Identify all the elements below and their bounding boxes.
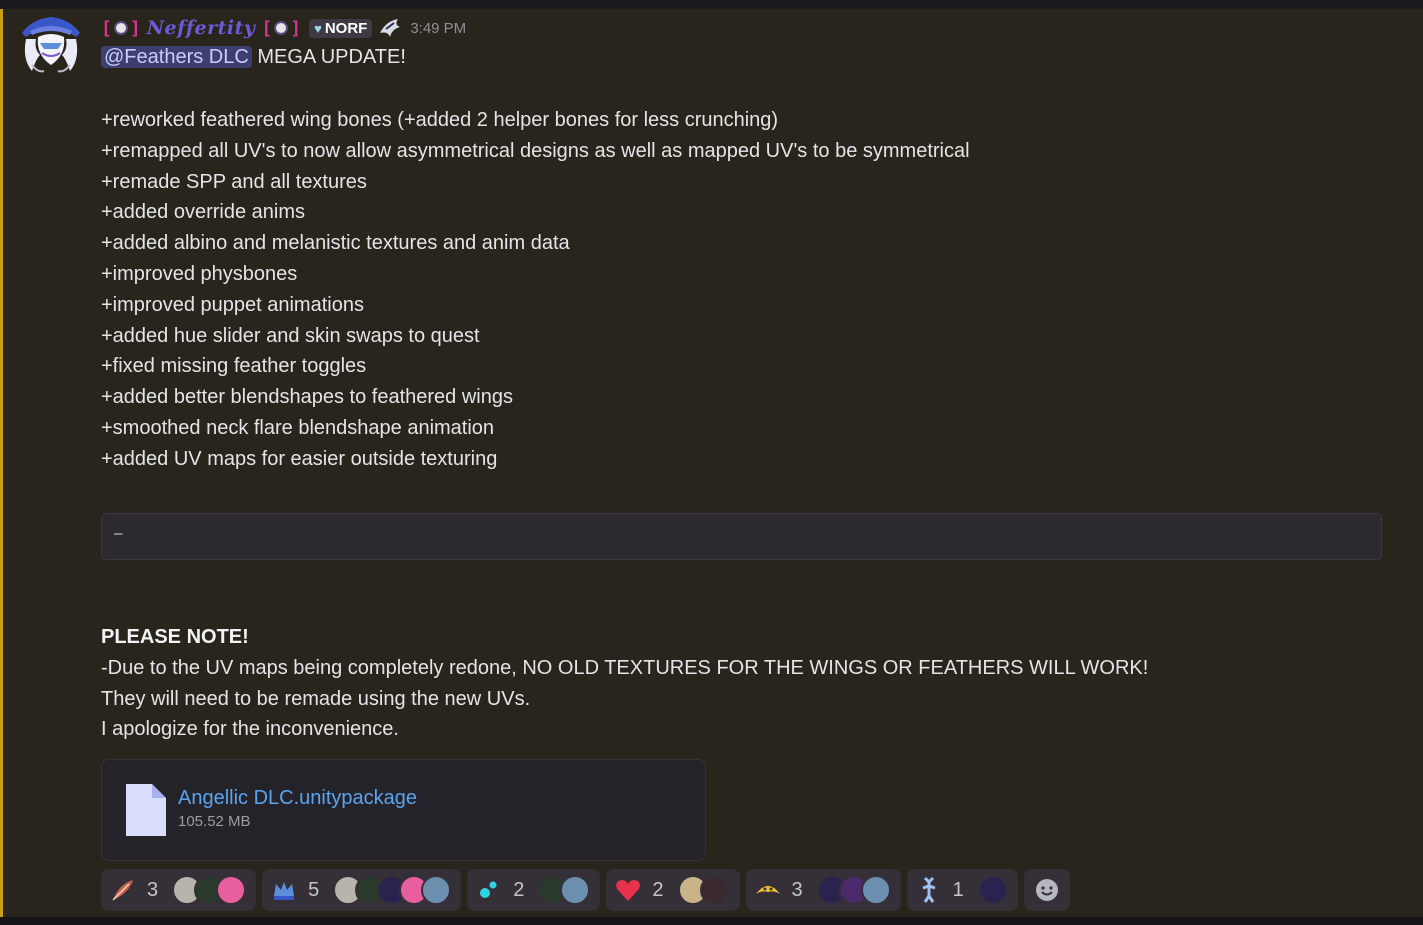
reaction-count: 2 [513,878,525,901]
reaction-heart[interactable]: 2 [606,869,740,911]
reactor-avatars [333,875,452,905]
message-first-line: @Feathers DLC MEGA UPDATE! [101,42,406,72]
server-tag[interactable]: ♥ NORF [309,18,373,38]
figure-icon [922,876,936,903]
reactor-avatars [172,875,247,905]
feather-icon [112,880,133,901]
avatar [860,875,891,905]
reactions-bar: 3 5 2 2 3 1 [101,869,1076,911]
note-line: They will need to be remade using the ne… [101,688,531,710]
reactor-avatars [977,875,1008,905]
reaction-count: 2 [652,878,664,901]
change-line: +fixed missing feather toggles [101,355,367,377]
change-line: +remade SPP and all textures [101,171,367,193]
reaction-count: 3 [147,878,159,901]
heart-icon [616,880,641,901]
change-line: +added hue slider and skin swaps to ques… [101,325,480,347]
change-line: +added better blendshapes to feathered w… [101,386,513,408]
reaction-feather[interactable]: 3 [101,869,257,911]
heart-icon: ♥ [314,20,322,36]
username[interactable]: Neffertity [147,17,256,39]
note-heading: PLEASE NOTE! [101,626,249,648]
add-reaction-button[interactable] [1023,869,1070,911]
server-tag-label: NORF [324,19,368,37]
smiley-icon [1035,879,1058,901]
change-line: +reworked feathered wing bones (+added 2… [101,109,779,131]
bottom-strip [0,917,1423,925]
skull-icon [113,21,128,35]
sparkle-icon [480,881,497,898]
file-icon [126,784,166,836]
message-title: MEGA UPDATE! [251,46,406,68]
name-decoration-open-2: [ [261,17,273,39]
change-line: +smoothed neck flare blendshape animatio… [101,417,495,439]
note-line: -Due to the UV maps being completely red… [101,657,1149,679]
name-decoration-open: [ [101,17,112,39]
file-size: 105.52 MB [178,813,251,830]
avatar [216,875,247,905]
code-block[interactable]: – [101,513,1382,560]
top-strip [0,0,1423,9]
creature-badge-icon[interactable] [378,17,402,39]
reactor-avatars [677,875,730,905]
change-line: +improved physbones [101,263,298,285]
message-header: [ ] Neffertity [ ] ♥ NORF 3:49 PM [101,15,466,41]
reaction-shrug[interactable]: 3 [745,869,901,911]
change-line: +remapped all UV's to now allow asymmetr… [101,140,970,162]
avatar [560,875,591,905]
reaction-count: 5 [308,878,320,901]
reaction-sparkle[interactable]: 2 [467,869,601,911]
name-decoration-close-2: ] [290,17,302,39]
skull-icon [274,21,289,35]
reaction-count: 1 [952,878,964,901]
reactor-avatars [538,875,591,905]
note-line: I apologize for the inconvenience. [101,718,399,740]
change-line: +improved puppet animations [101,294,364,316]
mention-highlight-bar [0,9,3,917]
change-line: +added override anims [101,201,306,223]
crown-icon [274,882,295,900]
avatar [699,875,730,905]
change-line: +added UV maps for easier outside textur… [101,448,498,470]
avatar [977,875,1008,905]
message[interactable]: [ ] Neffertity [ ] ♥ NORF 3:49 PM @Feath… [0,9,1423,917]
file-attachment[interactable]: Angellic DLC.unitypackage 105.52 MB [101,759,706,861]
reaction-crown[interactable]: 5 [262,869,462,911]
avatar [421,875,452,905]
role-mention[interactable]: @Feathers DLC [101,46,252,68]
reaction-count: 3 [791,878,803,901]
reactor-avatars [816,875,891,905]
reaction-figure[interactable]: 1 [906,869,1018,911]
name-decoration-close: ] [129,17,141,39]
file-name-link[interactable]: Angellic DLC.unitypackage [178,787,417,810]
change-line: +added albino and melanistic textures an… [101,232,570,254]
timestamp[interactable]: 3:49 PM [410,20,466,37]
shrug-icon [755,886,780,894]
avatar[interactable] [18,11,84,77]
